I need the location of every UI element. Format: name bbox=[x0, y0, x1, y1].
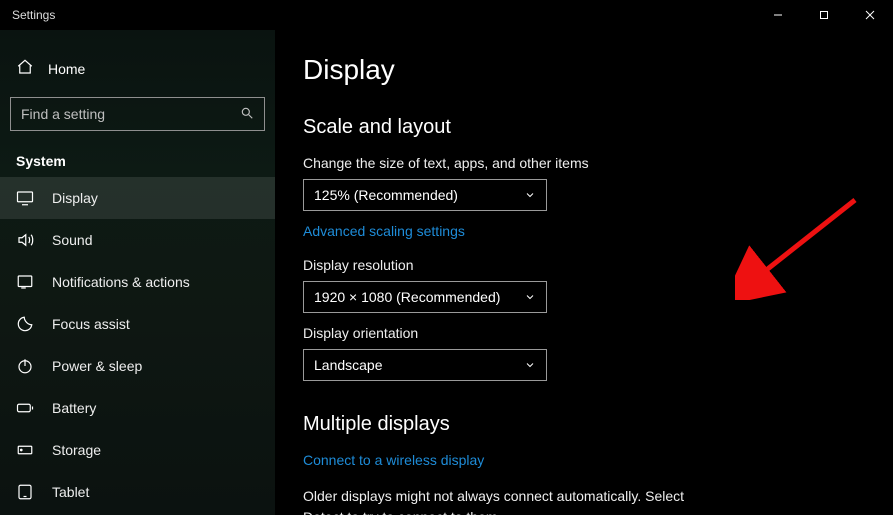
multiple-displays-heading: Multiple displays bbox=[303, 413, 861, 436]
detect-hint: Older displays might not always connect … bbox=[303, 486, 703, 515]
page-title: Display bbox=[303, 54, 861, 86]
resolution-label: Display resolution bbox=[303, 257, 861, 273]
text-size-label: Change the size of text, apps, and other… bbox=[303, 155, 861, 171]
chevron-down-icon bbox=[524, 359, 536, 371]
power-icon bbox=[16, 357, 34, 375]
maximize-button[interactable] bbox=[801, 0, 847, 30]
sidebar-item-notifications[interactable]: Notifications & actions bbox=[0, 261, 275, 303]
orientation-label: Display orientation bbox=[303, 325, 861, 341]
display-icon bbox=[16, 189, 34, 207]
resolution-value: 1920 × 1080 (Recommended) bbox=[314, 289, 500, 305]
search-placeholder: Find a setting bbox=[21, 106, 105, 122]
orientation-value: Landscape bbox=[314, 357, 383, 373]
sidebar-item-label: Sound bbox=[52, 232, 92, 248]
sidebar-item-label: Storage bbox=[52, 442, 101, 458]
sidebar-item-label: Focus assist bbox=[52, 316, 130, 332]
sidebar-item-label: Display bbox=[52, 190, 98, 206]
resolution-select[interactable]: 1920 × 1080 (Recommended) bbox=[303, 281, 547, 313]
sidebar-item-sound[interactable]: Sound bbox=[0, 219, 275, 261]
window-title: Settings bbox=[12, 8, 55, 22]
battery-icon bbox=[16, 399, 34, 417]
titlebar: Settings bbox=[0, 0, 893, 30]
chevron-down-icon bbox=[524, 189, 536, 201]
sidebar: Home Find a setting System Display bbox=[0, 30, 275, 515]
sound-icon bbox=[16, 231, 34, 249]
sidebar-nav: Display Sound Notifications & actions bbox=[0, 177, 275, 513]
sidebar-item-battery[interactable]: Battery bbox=[0, 387, 275, 429]
sidebar-item-label: Battery bbox=[52, 400, 96, 416]
storage-icon bbox=[16, 441, 34, 459]
minimize-button[interactable] bbox=[755, 0, 801, 30]
content: Display Scale and layout Change the size… bbox=[275, 30, 893, 515]
orientation-select[interactable]: Landscape bbox=[303, 349, 547, 381]
scale-heading: Scale and layout bbox=[303, 116, 861, 139]
search-input[interactable]: Find a setting bbox=[10, 97, 265, 131]
close-button[interactable] bbox=[847, 0, 893, 30]
wireless-display-link[interactable]: Connect to a wireless display bbox=[303, 452, 484, 468]
home-icon bbox=[16, 58, 34, 79]
search-icon bbox=[240, 106, 254, 123]
home-label: Home bbox=[48, 61, 85, 77]
tablet-icon bbox=[16, 483, 34, 501]
sidebar-section-label: System bbox=[0, 143, 275, 177]
notifications-icon bbox=[16, 273, 34, 291]
text-size-select[interactable]: 125% (Recommended) bbox=[303, 179, 547, 211]
sidebar-item-tablet[interactable]: Tablet bbox=[0, 471, 275, 513]
sidebar-item-label: Power & sleep bbox=[52, 358, 142, 374]
sidebar-item-display[interactable]: Display bbox=[0, 177, 275, 219]
sidebar-item-storage[interactable]: Storage bbox=[0, 429, 275, 471]
sidebar-item-focus-assist[interactable]: Focus assist bbox=[0, 303, 275, 345]
home-button[interactable]: Home bbox=[0, 48, 275, 89]
advanced-scaling-link[interactable]: Advanced scaling settings bbox=[303, 223, 465, 239]
annotation-arrow bbox=[735, 190, 875, 300]
window-controls bbox=[755, 0, 893, 30]
chevron-down-icon bbox=[524, 291, 536, 303]
sidebar-item-label: Notifications & actions bbox=[52, 274, 190, 290]
text-size-value: 125% (Recommended) bbox=[314, 187, 458, 203]
sidebar-item-power-sleep[interactable]: Power & sleep bbox=[0, 345, 275, 387]
sidebar-item-label: Tablet bbox=[52, 484, 89, 500]
focus-assist-icon bbox=[16, 315, 34, 333]
